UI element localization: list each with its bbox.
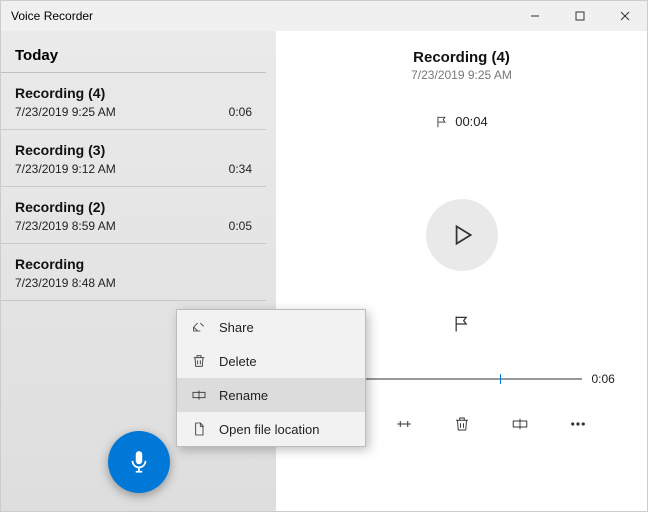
menu-item-share[interactable]: Share — [177, 310, 365, 344]
recording-timestamp: 7/23/2019 9:12 AM — [15, 162, 116, 176]
recording-name: Recording (2) — [15, 199, 105, 215]
close-icon — [620, 11, 630, 21]
marker-time: 00:04 — [455, 114, 488, 129]
titlebar: Voice Recorder — [1, 1, 647, 31]
timeline-track[interactable] — [342, 378, 582, 380]
menu-item-rename[interactable]: Rename — [177, 378, 365, 412]
maximize-button[interactable] — [557, 1, 602, 31]
recording-name: Recording — [15, 256, 84, 272]
group-header-today: Today — [1, 31, 266, 73]
menu-item-label: Delete — [219, 354, 257, 369]
trim-button[interactable] — [392, 412, 416, 436]
recording-duration: 0:05 — [229, 219, 252, 233]
close-button[interactable] — [602, 1, 647, 31]
recording-name: Recording (3) — [15, 142, 105, 158]
recordings-sidebar: Today Recording (4) 7/23/2019 9:25 AM 0:0… — [1, 31, 276, 511]
record-button[interactable] — [108, 431, 170, 493]
recording-timestamp: 7/23/2019 8:48 AM — [15, 276, 116, 290]
recording-duration: 0:34 — [229, 162, 252, 176]
share-icon — [191, 319, 207, 335]
more-button[interactable] — [566, 412, 590, 436]
flag-icon — [452, 314, 472, 334]
time-end: 0:06 — [592, 372, 622, 386]
flag-icon — [435, 115, 449, 129]
microphone-icon — [126, 449, 152, 475]
recording-item[interactable]: Recording 7/23/2019 8:48 AM — [1, 244, 266, 301]
minimize-icon — [530, 11, 540, 21]
recording-timestamp: 7/23/2019 9:25 AM — [15, 105, 116, 119]
detail-title: Recording (4) — [411, 49, 512, 66]
menu-item-delete[interactable]: Delete — [177, 344, 365, 378]
bottom-toolbar — [334, 412, 590, 436]
context-menu: Share Delete Rename Open file location — [176, 309, 366, 447]
play-icon — [449, 222, 475, 248]
rename-button[interactable] — [508, 412, 532, 436]
more-icon — [569, 415, 587, 433]
menu-item-label: Share — [219, 320, 254, 335]
app-title: Voice Recorder — [11, 9, 93, 23]
trim-icon — [395, 415, 413, 433]
file-icon — [191, 421, 207, 437]
rename-icon — [191, 387, 207, 403]
recording-name: Recording (4) — [15, 85, 105, 101]
recording-duration: 0:06 — [229, 105, 252, 119]
rename-icon — [511, 415, 529, 433]
maximize-icon — [575, 11, 585, 21]
trash-icon — [191, 353, 207, 369]
minimize-button[interactable] — [512, 1, 557, 31]
timeline-marker-tick — [500, 374, 501, 384]
marker-chip[interactable]: 00:04 — [435, 114, 488, 129]
delete-button[interactable] — [450, 412, 474, 436]
recording-item[interactable]: Recording (3) 7/23/2019 9:12 AM 0:34 — [1, 130, 266, 187]
detail-timestamp: 7/23/2019 9:25 AM — [411, 68, 512, 82]
app-window: Voice Recorder Today Recording (4) 7/23/… — [0, 0, 648, 512]
recording-item[interactable]: Recording (4) 7/23/2019 9:25 AM 0:06 — [1, 73, 266, 130]
menu-item-open-location[interactable]: Open file location — [177, 412, 365, 446]
add-marker-button[interactable] — [441, 306, 483, 342]
menu-item-label: Open file location — [219, 422, 319, 437]
trash-icon — [453, 415, 471, 433]
recording-timestamp: 7/23/2019 8:59 AM — [15, 219, 116, 233]
recording-item[interactable]: Recording (2) 7/23/2019 8:59 AM 0:05 — [1, 187, 266, 244]
play-button[interactable] — [426, 199, 498, 271]
menu-item-label: Rename — [219, 388, 268, 403]
